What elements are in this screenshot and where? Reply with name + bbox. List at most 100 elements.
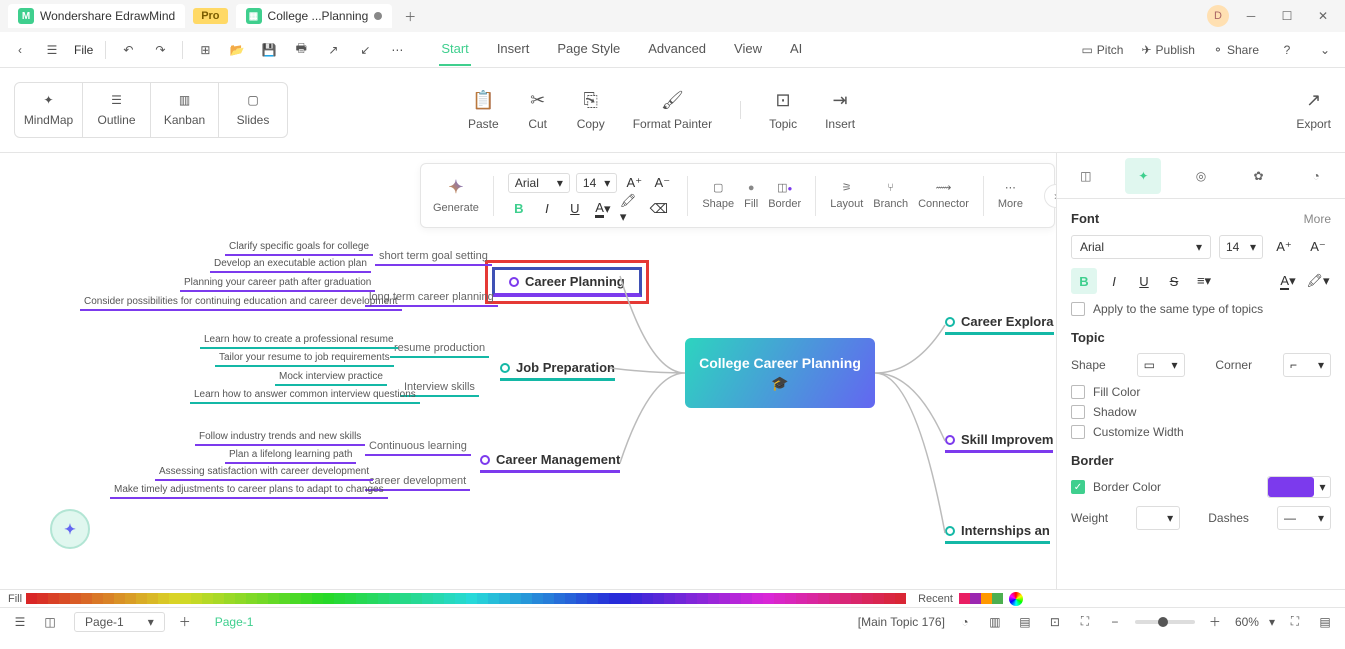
collapse-toggle-icon[interactable] bbox=[945, 526, 955, 536]
recent-color[interactable] bbox=[959, 593, 970, 604]
toolbar-next-button[interactable]: › bbox=[1044, 184, 1056, 208]
add-tab-button[interactable]: ＋ bbox=[400, 6, 420, 26]
leaf-topic[interactable]: Consider possibilities for continuing ed… bbox=[80, 296, 402, 311]
publish-button[interactable]: ✈Publish bbox=[1141, 43, 1194, 57]
page-selector[interactable]: Page-1▾ bbox=[74, 612, 165, 632]
color-cell[interactable] bbox=[532, 593, 543, 604]
leaf-topic[interactable]: Make timely adjustments to career plans … bbox=[110, 484, 388, 499]
redo-button[interactable]: ↷ bbox=[150, 40, 170, 60]
chevron-down-icon[interactable]: ▾ bbox=[1269, 615, 1275, 629]
weight-select[interactable]: ▾ bbox=[1136, 506, 1180, 530]
color-cell[interactable] bbox=[103, 593, 114, 604]
sidebar-bold[interactable]: B bbox=[1071, 268, 1097, 294]
color-cell[interactable] bbox=[543, 593, 554, 604]
color-cell[interactable] bbox=[499, 593, 510, 604]
color-cell[interactable] bbox=[158, 593, 169, 604]
copy-button[interactable]: ⎘Copy bbox=[577, 89, 605, 131]
outline-toggle-icon[interactable]: ☰ bbox=[10, 612, 30, 632]
color-cell[interactable] bbox=[444, 593, 455, 604]
generate-button[interactable]: ✦ Generate bbox=[433, 177, 479, 214]
font-size-select[interactable]: 14▾ bbox=[576, 173, 617, 193]
italic-button[interactable]: I bbox=[536, 198, 558, 220]
color-cell[interactable] bbox=[719, 593, 730, 604]
color-cell[interactable] bbox=[323, 593, 334, 604]
minimize-button[interactable]: ─ bbox=[1237, 2, 1265, 30]
color-cell[interactable] bbox=[92, 593, 103, 604]
color-cell[interactable] bbox=[895, 593, 906, 604]
active-page-label[interactable]: Page-1 bbox=[215, 615, 254, 629]
leaf-topic[interactable]: Follow industry trends and new skills bbox=[195, 431, 365, 446]
color-cell[interactable] bbox=[180, 593, 191, 604]
fill-button[interactable]: ●Fill bbox=[744, 182, 758, 210]
new-button[interactable]: ⊞ bbox=[195, 40, 215, 60]
color-cell[interactable] bbox=[851, 593, 862, 604]
color-cell[interactable] bbox=[202, 593, 213, 604]
color-cell[interactable] bbox=[664, 593, 675, 604]
open-button[interactable]: 📂 bbox=[227, 40, 247, 60]
sidebar-tab-tag[interactable]: ◎ bbox=[1183, 158, 1219, 194]
color-cell[interactable] bbox=[367, 593, 378, 604]
pitch-button[interactable]: ▭Pitch bbox=[1081, 43, 1123, 57]
color-cell[interactable] bbox=[422, 593, 433, 604]
customize-width-checkbox[interactable]: Customize Width bbox=[1071, 425, 1331, 439]
color-cell[interactable] bbox=[653, 593, 664, 604]
color-cell[interactable] bbox=[26, 593, 37, 604]
more-button[interactable]: ⋯More bbox=[998, 181, 1023, 210]
import-icon[interactable]: ↙ bbox=[355, 40, 375, 60]
more-menu-icon[interactable]: ⋯ bbox=[387, 40, 407, 60]
color-cell[interactable] bbox=[356, 593, 367, 604]
color-cell[interactable] bbox=[466, 593, 477, 604]
color-cell[interactable] bbox=[862, 593, 873, 604]
topic-skill-improvement[interactable]: Skill Improvem bbox=[945, 432, 1053, 453]
leaf-topic[interactable]: Plan a lifelong learning path bbox=[225, 449, 356, 464]
sidebar-tab-icon[interactable]: ✿ bbox=[1241, 158, 1277, 194]
fullscreen-icon[interactable]: ⛶ bbox=[1285, 612, 1305, 632]
topic-job-preparation[interactable]: Job Preparation bbox=[500, 360, 615, 381]
color-cell[interactable] bbox=[70, 593, 81, 604]
view-kanban[interactable]: ▥Kanban bbox=[151, 83, 219, 137]
color-cell[interactable] bbox=[774, 593, 785, 604]
color-cell[interactable] bbox=[312, 593, 323, 604]
tab-view[interactable]: View bbox=[732, 33, 764, 66]
view-slides[interactable]: ▢Slides bbox=[219, 83, 287, 137]
collapse-ribbon-icon[interactable]: ⌄ bbox=[1315, 40, 1335, 60]
color-cell[interactable] bbox=[642, 593, 653, 604]
sidebar-font-color[interactable]: A▾ bbox=[1275, 268, 1301, 294]
layout-button[interactable]: ⚞Layout bbox=[830, 181, 863, 210]
leaf-topic[interactable]: Tailor your resume to job requirements bbox=[215, 352, 394, 367]
recent-color[interactable] bbox=[970, 593, 981, 604]
paste-button[interactable]: 📋Paste bbox=[468, 89, 499, 131]
tab-insert[interactable]: Insert bbox=[495, 33, 532, 66]
help-button[interactable]: ? bbox=[1277, 40, 1297, 60]
color-wheel-button[interactable] bbox=[1009, 592, 1023, 606]
export-icon[interactable]: ↗ bbox=[323, 40, 343, 60]
doc-tab[interactable]: ▦ College ...Planning bbox=[236, 4, 393, 28]
corner-select[interactable]: ⌐▾ bbox=[1283, 353, 1331, 377]
collapse-toggle-icon[interactable] bbox=[945, 435, 955, 445]
color-cell[interactable] bbox=[125, 593, 136, 604]
color-cell[interactable] bbox=[246, 593, 257, 604]
color-cell[interactable] bbox=[620, 593, 631, 604]
color-cell[interactable] bbox=[818, 593, 829, 604]
color-cell[interactable] bbox=[213, 593, 224, 604]
leaf-topic[interactable]: Planning your career path after graduati… bbox=[180, 277, 375, 292]
view-outline[interactable]: ☰Outline bbox=[83, 83, 151, 137]
font-increase-button[interactable]: A⁺ bbox=[623, 172, 645, 194]
color-cell[interactable] bbox=[510, 593, 521, 604]
color-cell[interactable] bbox=[598, 593, 609, 604]
font-more-link[interactable]: More bbox=[1304, 212, 1331, 226]
color-cell[interactable] bbox=[565, 593, 576, 604]
connector-button[interactable]: ⟿Connector bbox=[918, 181, 969, 210]
color-cell[interactable] bbox=[257, 593, 268, 604]
tab-page-style[interactable]: Page Style bbox=[555, 33, 622, 66]
subtopic[interactable]: Continuous learning bbox=[365, 440, 471, 452]
collapse-toggle-icon[interactable] bbox=[945, 317, 955, 327]
font-color-button[interactable]: A▾ bbox=[592, 198, 614, 220]
tab-ai[interactable]: AI bbox=[788, 33, 804, 66]
sidebar-tab-sparkle[interactable]: ✦ bbox=[1125, 158, 1161, 194]
color-cell[interactable] bbox=[576, 593, 587, 604]
color-cell[interactable] bbox=[114, 593, 125, 604]
shape-select[interactable]: ▭▾ bbox=[1137, 353, 1185, 377]
zoom-slider[interactable] bbox=[1135, 620, 1195, 624]
status-icon[interactable]: ▤ bbox=[1015, 612, 1035, 632]
